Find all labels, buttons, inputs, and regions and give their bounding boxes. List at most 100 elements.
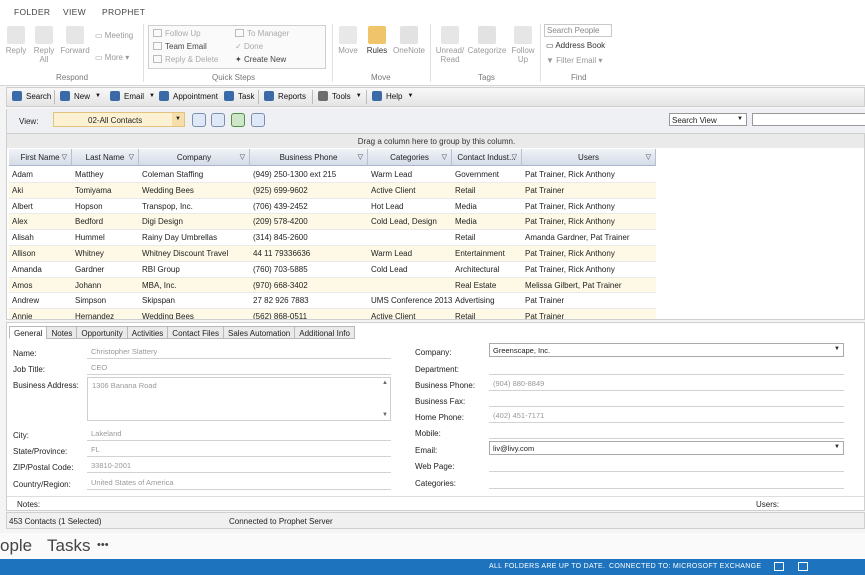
table-row[interactable]: Adam Matthey Coleman Staffing (949) 250-130… [9,167,656,183]
onenote-button[interactable]: OneNote [392,26,426,55]
chevron-down-icon[interactable]: ▼ [172,113,184,126]
tools-button[interactable]: Tools ▼ [318,91,362,101]
quick-step-team-email[interactable]: Team Email [153,42,207,51]
excel-export-icon[interactable] [231,113,245,127]
search-view-select[interactable]: Search View ▼ [669,113,747,126]
quick-step-follow-up[interactable]: Follow Up [153,29,201,38]
quick-step-to-manager[interactable]: To Manager [235,29,289,38]
business-address-field[interactable]: 1306 Banana Road ▲ ▼ [87,377,391,421]
column-header[interactable]: Categories ▽ [368,149,452,166]
meeting-button[interactable]: ▭ Meeting [95,31,133,40]
email-button[interactable]: Email ▼ [110,91,155,101]
filter-email-button[interactable]: ▼ Filter Email ▾ [546,56,602,65]
categories-field[interactable] [489,475,844,489]
scroll-up-icon[interactable]: ▲ [382,380,388,386]
tab-prophet[interactable]: PROPHET [102,7,145,17]
search-view-input[interactable] [752,113,865,126]
table-row[interactable]: Alisah Hummel Rainy Day Umbrellas (314) 845… [9,230,656,246]
task-button[interactable]: Task [224,91,254,101]
print-icon[interactable] [251,113,265,127]
column-header[interactable]: First Name ▽ [9,149,72,166]
filter-icon[interactable]: ▽ [358,153,363,161]
filter-icon[interactable]: ▽ [646,153,651,161]
home-phone-field[interactable]: (402) 451-7171 [489,409,844,423]
table-cell: Matthey [75,170,104,179]
tab-additional-info[interactable]: Additional Info [294,326,355,339]
quick-step-reply-delete[interactable]: Reply & Delete [153,55,218,64]
grid-body: Adam Matthey Coleman Staffing (949) 250-130… [9,167,656,319]
tab-contact-files[interactable]: Contact Files [167,326,224,339]
tab-folder[interactable]: FOLDER [14,7,50,17]
column-header[interactable]: Users ▽ [522,149,656,166]
table-row[interactable]: Amanda Gardner RBI Group (760) 703-5885 Cold… [9,262,656,278]
forward-button[interactable]: Forward [60,26,90,55]
view-select[interactable]: 02-All Contacts ▼ [53,112,185,127]
tab-general[interactable]: General [9,326,48,339]
job-title-field[interactable]: CEO [87,361,391,375]
appointment-button[interactable]: Appointment [159,91,218,101]
table-row[interactable]: Annie Hernandez Wedding Bees (562) 868-0511… [9,309,656,319]
email-select[interactable]: liv@livy.com ▼ [489,441,844,455]
move-button[interactable]: Move [336,26,360,55]
search-people-input[interactable]: Search People [544,24,612,37]
table-row[interactable]: Andrew Simpson Skipspan 27 82 926 7883 UMS C… [9,293,656,310]
table-row[interactable]: Aki Tomiyama Wedding Bees (925) 699-9602 Act… [9,182,656,199]
table-row[interactable]: Allison Whitney Whitney Discount Travel 44 … [9,245,656,262]
flag-icon [514,26,532,44]
search-button[interactable]: Search [12,91,51,101]
quick-steps-gallery[interactable]: Follow Up Team Email Reply & Delete To M… [148,25,326,69]
address-book-button[interactable]: ▭ Address Book [546,41,605,50]
reading-view-icon[interactable] [798,562,808,571]
business-phone-field[interactable]: (904) 880-8849 [489,377,844,391]
table-row[interactable]: Alex Bedford Digi Design (209) 578-4200 Cold… [9,214,656,231]
nav-tasks[interactable]: Tasks [47,536,90,556]
quick-step-done[interactable]: ✓ Done [235,42,263,51]
tab-activities[interactable]: Activities [126,326,169,339]
column-header-label: Company [176,153,212,162]
filter-icon[interactable]: ▽ [62,153,67,161]
table-row[interactable]: Albert Hopson Transpop, Inc. (706) 439-2452… [9,199,656,215]
filter-icon[interactable]: ▽ [442,153,447,161]
column-header[interactable]: Company ▽ [139,149,250,166]
normal-view-icon[interactable] [774,562,784,571]
country-field[interactable]: United States of America [87,476,391,490]
categorize-button[interactable]: Categorize [467,26,507,55]
table-row[interactable]: Amos Johann MBA, Inc. (970) 668-3402 Real Es… [9,277,656,294]
column-header[interactable]: Business Phone ▽ [250,149,368,166]
nav-people[interactable]: ople [0,536,32,556]
tab-opportunity[interactable]: Opportunity [76,326,128,339]
table-cell: Media [455,201,477,211]
mobile-field[interactable] [489,425,844,439]
scroll-down-icon[interactable]: ▼ [382,412,388,418]
nav-more-icon[interactable]: ••• [97,539,109,551]
tab-notes[interactable]: Notes [46,326,78,339]
city-field[interactable]: Lakeland [87,427,391,441]
company-select[interactable]: Greenscape, Inc. ▼ [489,343,844,357]
unread-read-button[interactable]: Unread/ Read [434,26,466,64]
state-field[interactable]: FL [87,443,391,457]
column-header[interactable]: Contact Indust... ▽ [452,149,522,166]
filter-icon[interactable]: ▽ [129,153,134,161]
search-icon [12,91,22,101]
new-button[interactable]: New ▼ [60,91,101,101]
web-page-field[interactable] [489,458,844,472]
refresh-icon[interactable] [211,113,225,127]
zip-field[interactable]: 33810-2001 [87,459,391,473]
edit-view-icon[interactable] [192,113,206,127]
tab-sales-automation[interactable]: Sales Automation [222,326,296,339]
filter-icon[interactable]: ▽ [512,153,517,161]
reply-button[interactable]: Reply [4,26,28,55]
name-field[interactable]: Christopher Slattery [87,345,391,359]
column-header[interactable]: Last Name ▽ [72,149,139,166]
help-button[interactable]: Help ▼ [372,91,413,101]
business-fax-field[interactable] [489,393,844,407]
reply-all-button[interactable]: Reply All [31,26,57,64]
filter-icon[interactable]: ▽ [240,153,245,161]
rules-button[interactable]: Rules [365,26,389,55]
quick-step-create-new[interactable]: ✦ Create New [235,55,286,64]
follow-up-button[interactable]: Follow Up [509,26,537,64]
more-respond-button[interactable]: ▭ More ▾ [95,53,129,62]
department-field[interactable] [489,361,844,375]
reports-button[interactable]: Reports [264,91,306,101]
tab-view[interactable]: VIEW [63,7,86,17]
